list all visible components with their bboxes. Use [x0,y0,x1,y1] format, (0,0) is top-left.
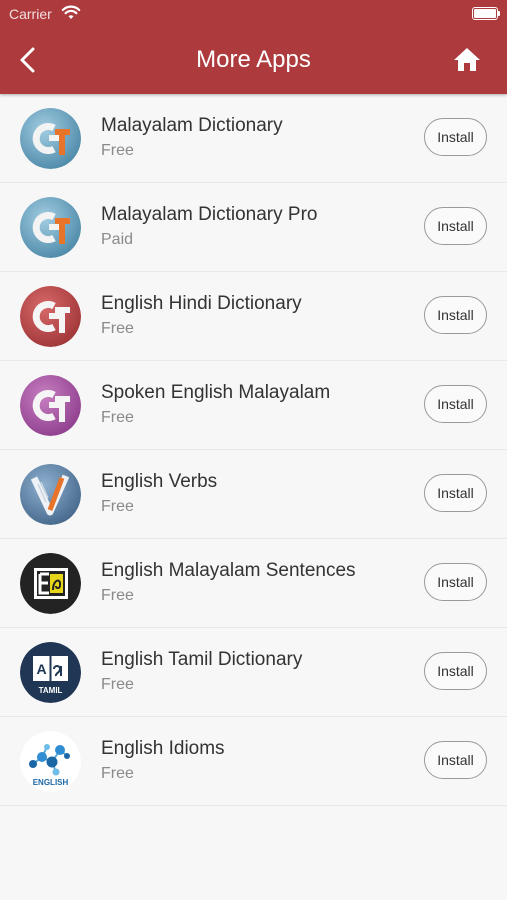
home-icon[interactable] [453,46,481,72]
app-price: Free [101,676,134,693]
app-price: Free [101,765,134,782]
app-price: Free [101,409,134,426]
page-title: More Apps [196,46,311,73]
status-bar: Carrier [0,0,507,28]
idioms-molecule-icon: ENGLISH [20,731,81,792]
app-row[interactable]: English Verbs Free Install [0,450,507,539]
install-button[interactable]: Install [424,741,487,779]
app-price: Free [101,587,134,604]
install-button[interactable]: Install [424,652,487,690]
app-row[interactable]: Spoken English Malayalam Free Install [0,361,507,450]
english-label: ENGLISH [33,778,69,787]
app-price: Paid [101,231,134,248]
carrier-label: Carrier [9,6,52,22]
wifi-icon [61,5,81,19]
install-button[interactable]: Install [424,207,487,245]
app-name: English Idioms [101,738,225,759]
app-price: Free [101,142,134,159]
install-button[interactable]: Install [424,296,487,334]
app-row[interactable]: A TAMIL English Tamil Dictionary Free In… [0,628,507,717]
install-button[interactable]: Install [424,474,487,512]
gt-logo-red-icon [20,286,81,347]
install-button[interactable]: Install [424,118,487,156]
gt-logo-purple-icon [20,375,81,436]
tamil-book-icon: A TAMIL [20,642,81,703]
app-row[interactable]: ENGLISH English Idioms Free Install [0,717,507,806]
app-row[interactable]: English Hindi Dictionary Free Install [0,272,507,361]
app-name: Malayalam Dictionary [101,115,283,136]
app-name: English Malayalam Sentences [101,560,356,581]
tamil-label: TAMIL [39,686,63,695]
app-name: English Verbs [101,471,218,492]
app-name: English Tamil Dictionary [101,649,303,670]
app-row[interactable]: Malayalam Dictionary Free Install [0,94,507,183]
app-header: Carrier More Apps [0,0,507,94]
install-button[interactable]: Install [424,563,487,601]
app-name: Spoken English Malayalam [101,382,331,403]
battery-icon [472,7,500,20]
app-name: English Hindi Dictionary [101,293,302,314]
gt-logo-blue-icon [20,197,81,258]
gt-logo-blue-icon [20,108,81,169]
app-price: Free [101,498,134,515]
quill-pen-icon [20,464,81,525]
app-row[interactable]: English Malayalam Sentences Free Install [0,539,507,628]
e-malayalam-letter-icon [20,553,81,614]
app-name: Malayalam Dictionary Pro [101,204,318,225]
install-button[interactable]: Install [424,385,487,423]
apps-list: Malayalam Dictionary Free Install Malaya… [0,94,507,806]
app-price: Free [101,320,134,337]
app-row[interactable]: Malayalam Dictionary Pro Paid Install [0,183,507,272]
svg-text:A: A [36,661,46,677]
